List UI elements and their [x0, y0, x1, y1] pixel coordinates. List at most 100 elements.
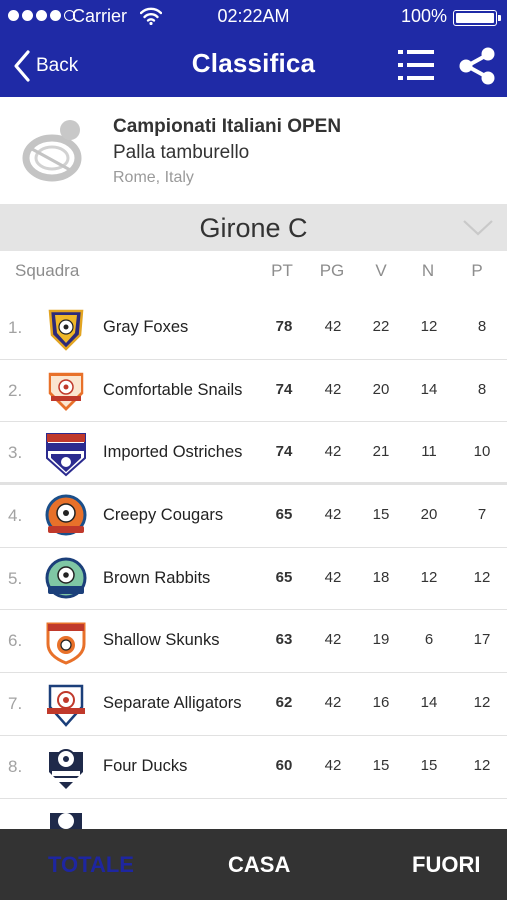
table-row[interactable]: 5. Brown Rabbits 65 42 18 12 12: [0, 547, 507, 611]
played: 42: [324, 756, 342, 774]
points: 63: [275, 631, 293, 649]
draws: 14: [420, 380, 438, 398]
draws: 12: [420, 318, 438, 335]
rank: 1.: [8, 318, 23, 337]
column-p: P: [471, 261, 483, 280]
team-crest-icon: [47, 684, 85, 728]
team-name: Imported Ostriches: [103, 443, 243, 462]
wins: 19: [372, 631, 390, 649]
losses: 17: [473, 631, 491, 649]
tab-totale[interactable]: TOTALE: [48, 852, 134, 878]
wins: 15: [372, 506, 390, 524]
draws: 6: [424, 631, 434, 649]
wins: 22: [372, 318, 390, 335]
draws: 12: [420, 568, 438, 586]
group-selector[interactable]: Girone C: [0, 204, 507, 251]
table-row[interactable]: 2. Comfortable Snails 74 42 20 14 8: [0, 359, 507, 423]
team-crest-icon: [46, 622, 86, 666]
rank: 7.: [8, 694, 23, 714]
rank: 4.: [8, 506, 23, 526]
table-row[interactable]: 1. Gray Foxes 78 42 22 12 8: [0, 297, 507, 360]
rank: 5.: [8, 568, 23, 588]
column-n: N: [421, 261, 435, 280]
points: 60: [275, 756, 293, 774]
draws: 11: [421, 443, 437, 461]
team-crest-icon: [50, 812, 82, 829]
points: 62: [275, 694, 293, 712]
draws: 14: [420, 694, 438, 712]
team-crest-icon: [48, 309, 84, 351]
wins: 18: [372, 568, 390, 586]
team-name: Gray Foxes: [103, 318, 189, 336]
rank: 6.: [8, 631, 23, 651]
battery-percent: 100%: [400, 6, 447, 26]
team-name: Brown Rabbits: [103, 568, 211, 587]
column-pg: PG: [319, 261, 345, 280]
team-crest-icon: [45, 557, 87, 599]
share-icon[interactable]: [458, 47, 496, 85]
played: 42: [324, 443, 342, 461]
wins: 16: [372, 694, 390, 712]
losses: 8: [477, 318, 487, 335]
team-name: Creepy Cougars: [103, 506, 224, 525]
column-v: V: [375, 261, 387, 280]
team-name: Shallow Skunks: [103, 631, 220, 650]
wins: 21: [372, 443, 390, 461]
points: 78: [275, 318, 293, 335]
team-name: Four Ducks: [103, 756, 188, 775]
tamburello-sport-icon: [22, 120, 82, 182]
wins: 20: [372, 380, 390, 398]
bottom-tab-bar: TOTALE CASA FUORI: [0, 829, 507, 900]
played: 42: [324, 380, 342, 398]
draws: 20: [420, 506, 438, 524]
team-crest-icon: [46, 433, 86, 477]
team-crest-icon: [45, 494, 87, 536]
played: 42: [324, 694, 342, 712]
losses: 10: [473, 443, 491, 461]
rank: 2.: [8, 380, 23, 400]
table-row[interactable]: 7. Separate Alligators 62 42 16 14 12: [0, 673, 507, 736]
losses: 12: [473, 694, 491, 712]
played: 42: [324, 568, 342, 586]
played: 42: [324, 506, 342, 524]
group-title: Girone C: [199, 213, 308, 243]
sport-name: Palla tamburello: [113, 142, 250, 163]
rank: 3.: [8, 443, 23, 463]
table-row[interactable]: 4. Creepy Cougars 65 42 15 20 7: [0, 485, 507, 548]
played: 42: [324, 631, 342, 649]
team-name: Comfortable Snails: [103, 380, 243, 399]
championship-header: Campionati Italiani OPEN Palla tamburell…: [0, 97, 507, 204]
standings-table: 1. Gray Foxes 78 42 22 12 8 2. Comfortab…: [0, 297, 507, 829]
table-row[interactable]: 3. Imported Ostriches 74 42 21 11 10: [0, 422, 507, 486]
team-name: Separate Alligators: [103, 694, 242, 713]
wins: 15: [372, 756, 390, 774]
top-bar: Carrier 02:22AM 100% Back Classifica: [0, 0, 507, 97]
points: 65: [275, 506, 293, 524]
chevron-down-icon: [463, 220, 493, 236]
points: 65: [275, 568, 293, 586]
losses: 8: [477, 380, 487, 398]
team-crest-icon: [49, 748, 83, 789]
table-row-partial[interactable]: [0, 798, 507, 829]
column-pt: PT: [271, 261, 293, 280]
rank: 8.: [8, 756, 23, 776]
tab-fuori[interactable]: FUORI: [412, 852, 480, 878]
list-icon[interactable]: [396, 47, 436, 83]
table-row[interactable]: 8. Four Ducks 60 42 15 15 12: [0, 735, 507, 799]
tab-casa[interactable]: CASA: [228, 852, 290, 878]
navigation-bar: Back Classifica: [0, 33, 507, 97]
losses: 12: [473, 568, 491, 586]
played: 42: [324, 318, 342, 335]
team-crest-icon: [47, 370, 85, 413]
table-row[interactable]: 6. Shallow Skunks 63 42 19 6 17: [0, 610, 507, 674]
column-team: Squadra: [15, 261, 80, 280]
draws: 15: [420, 756, 438, 774]
losses: 12: [473, 756, 491, 774]
battery-icon: [453, 10, 501, 26]
points: 74: [275, 380, 293, 398]
points: 74: [275, 443, 293, 461]
losses: 7: [477, 506, 487, 524]
standings-column-headers: Squadra PT PG V N P: [0, 251, 507, 293]
championship-location: Rome, Italy: [113, 169, 194, 186]
championship-name: Campionati Italiani OPEN: [113, 116, 342, 137]
